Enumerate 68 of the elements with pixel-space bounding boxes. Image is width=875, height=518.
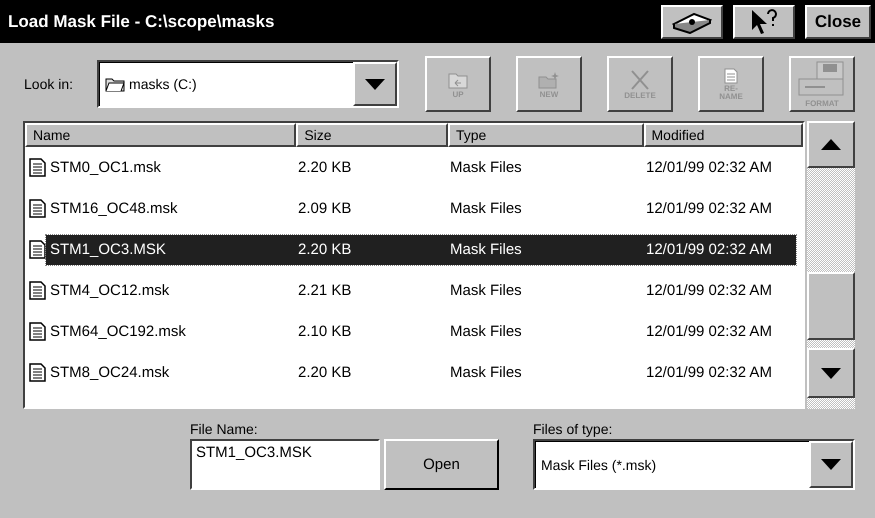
table-cell-text: 2.20 KB — [297, 364, 352, 381]
caret-icon — [821, 459, 841, 470]
file-row[interactable]: STM16_OC48.msk 2.09 KB Mask Files 12/01/99 02:32 AM — [46, 194, 796, 224]
table-cell-text: Mask Files — [449, 364, 523, 381]
scroll-down-button[interactable] — [807, 348, 855, 398]
dropdown-button[interactable] — [353, 62, 397, 106]
column-header[interactable]: Type — [448, 123, 644, 147]
document-icon — [29, 322, 46, 341]
help-button[interactable] — [661, 4, 723, 38]
table-cell-text: 2.20 KB — [297, 159, 352, 176]
column-header[interactable]: Modified — [644, 123, 804, 147]
file-type-dropdown[interactable]: Mask Files (*.msk) — [533, 439, 855, 490]
look-in-value: masks (C:) — [129, 76, 197, 92]
look-in-label: Look in: — [24, 76, 74, 92]
file-row[interactable]: STM1_OC3.MSK 2.20 KB Mask Files 12/01/99 02:32 AM — [46, 234, 796, 264]
document-icon — [724, 68, 738, 84]
file-type-label: Files of type: — [533, 421, 614, 437]
table-cell-text: 12/01/99 02:32 AM — [645, 159, 773, 176]
table-cell-text: STM0_OC1.msk — [49, 159, 162, 176]
file-name-field[interactable]: STM1_OC3.MSK — [190, 439, 380, 490]
table-cell-text: Mask Files — [449, 282, 523, 299]
column-header[interactable]: Size — [296, 123, 448, 147]
file-name-label: File Name: — [190, 421, 259, 437]
open-button[interactable]: Open — [384, 439, 499, 490]
whats-this-button[interactable] — [733, 4, 795, 38]
file-row[interactable]: STM64_OC192.msk 2.10 KB Mask Files 12/01/99 02:32 AM — [46, 316, 796, 346]
table-cell-text: 2.21 KB — [297, 282, 352, 299]
table-cell-text: STM4_OC12.msk — [49, 282, 170, 299]
new-folder-icon — [537, 70, 561, 90]
table-cell-text: 2.10 KB — [297, 323, 352, 340]
table-cell-text: 12/01/99 02:32 AM — [645, 364, 773, 381]
table-cell-text: Mask Files — [449, 241, 523, 258]
close-button[interactable]: Close — [805, 4, 871, 38]
table-cell-text: STM1_OC3.MSK — [49, 241, 167, 258]
delete-icon — [629, 68, 651, 90]
window-title: Load Mask File - C:\scope\masks — [8, 12, 276, 32]
document-icon — [29, 240, 46, 259]
folder-icon — [105, 76, 126, 92]
table-cell-text: 2.20 KB — [297, 241, 352, 258]
file-row[interactable]: STM4_OC12.msk 2.21 KB Mask Files 12/01/99 02:32 AM — [46, 276, 796, 306]
document-icon — [29, 158, 46, 177]
table-cell-text: 12/01/99 02:32 AM — [645, 200, 773, 217]
file-type-value: Mask Files (*.msk) — [541, 456, 656, 472]
look-in-dropdown[interactable]: masks (C:) — [97, 60, 399, 108]
document-icon — [29, 199, 46, 218]
table-cell-text: Mask Files — [449, 159, 523, 176]
down-arrow-icon — [821, 368, 842, 378]
scrollbar[interactable] — [807, 121, 855, 409]
table-cell-text: STM16_OC48.msk — [49, 200, 179, 217]
table-cell-text: Mask Files — [449, 200, 523, 217]
table-cell-text: Mask Files — [449, 323, 523, 340]
pointer-question-icon — [749, 8, 779, 36]
column-header[interactable]: Name — [25, 123, 296, 147]
up-arrow-icon — [821, 139, 842, 150]
table-cell-text: 12/01/99 02:32 AM — [645, 323, 773, 340]
table-cell-text: 12/01/99 02:32 AM — [645, 282, 773, 299]
file-row[interactable]: STM8_OC24.msk 2.20 KB Mask Files 12/01/99 02:32 AM — [46, 358, 796, 388]
scroll-thumb[interactable] — [807, 272, 855, 340]
dropdown-button[interactable] — [809, 441, 853, 488]
caret-icon — [365, 78, 385, 90]
table-cell-text: 12/01/99 02:32 AM — [645, 241, 773, 258]
table-cell-text: STM64_OC192.msk — [49, 323, 187, 340]
table-cell-text: 2.09 KB — [297, 200, 352, 217]
document-icon — [29, 363, 46, 382]
document-icon — [29, 281, 46, 300]
scroll-up-button[interactable] — [807, 121, 855, 168]
table-cell-text: STM8_OC24.msk — [49, 364, 170, 381]
file-row[interactable]: STM0_OC1.msk 2.20 KB Mask Files 12/01/99 02:32 AM — [46, 152, 796, 182]
